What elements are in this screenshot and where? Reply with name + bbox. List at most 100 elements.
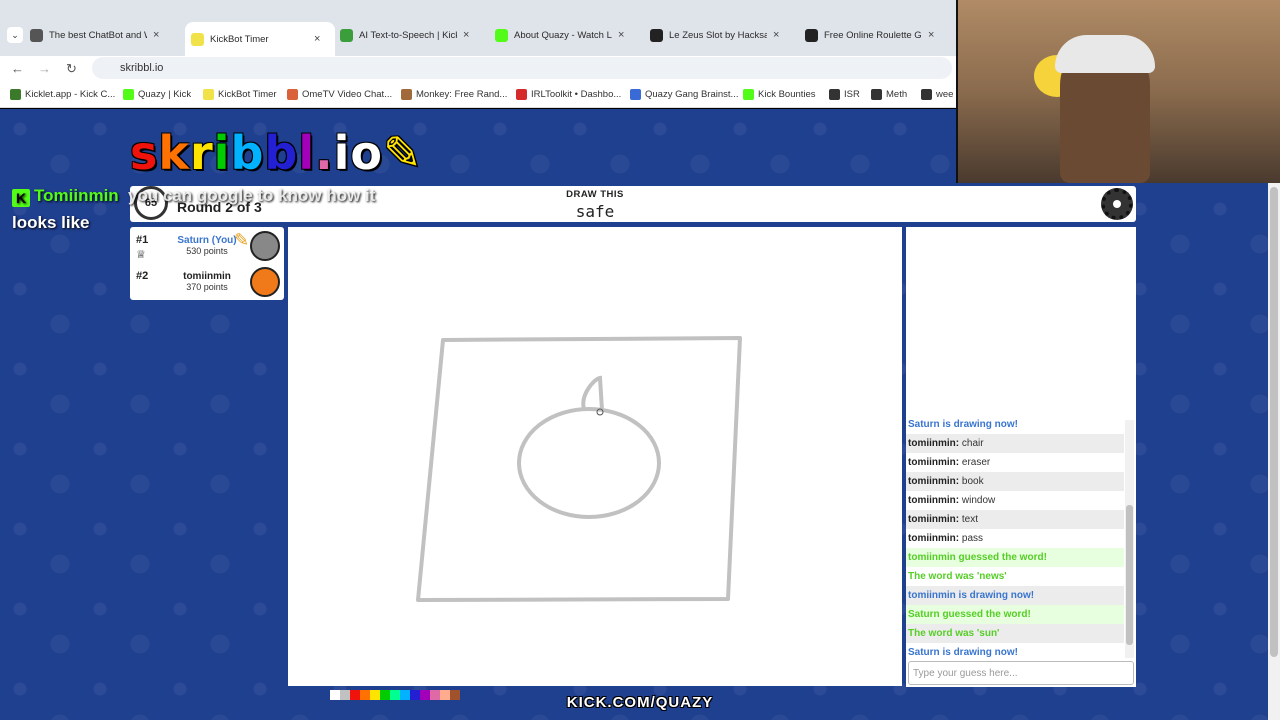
bookmark-favicon-icon (123, 89, 134, 100)
chat-message: The word was 'news' (906, 567, 1124, 586)
player-list: #1 ♕ Saturn (You) 530 points ✎ #2 tomiin… (130, 227, 284, 300)
player-rank: #2 (136, 270, 149, 282)
forward-arrow-icon[interactable]: → (38, 61, 51, 76)
bookmark-label: Meth (886, 89, 908, 100)
close-tab-icon[interactable]: × (314, 33, 320, 45)
chat-message: tomiinmin: book (906, 472, 1124, 491)
chat-username: tomiinmin: (908, 457, 960, 468)
bookmark-favicon-icon (203, 89, 214, 100)
tab-title: AI Text-to-Speech | Kick (359, 29, 457, 41)
bookmark-item[interactable]: Quazy | Kick (123, 89, 191, 100)
back-arrow-icon[interactable]: ← (11, 61, 24, 76)
chat-message: Saturn is drawing now! (906, 415, 1124, 434)
browser-tab[interactable]: AI Text-to-Speech | Kick × (340, 25, 490, 45)
chat-overlay-username: Tomiinmin (34, 186, 119, 205)
tab-favicon-icon (191, 32, 204, 46)
chat-text: pass (961, 533, 984, 544)
bookmark-favicon-icon (287, 89, 298, 100)
palette-swatch[interactable] (390, 690, 400, 700)
bookmark-item[interactable]: KickBot Timer (203, 89, 277, 100)
skribbl-logo: skribbl.io✎ (130, 126, 423, 180)
palette-swatch[interactable] (430, 690, 440, 700)
palette-swatch[interactable] (340, 690, 350, 700)
avatar (250, 267, 280, 297)
bookmark-item[interactable]: OmeTV Video Chat... (287, 89, 392, 100)
bookmark-label: KickBot Timer (218, 89, 277, 100)
tab-title: About Quazy - Watch Liv (514, 29, 612, 41)
close-tab-icon[interactable]: × (928, 29, 934, 41)
palette-swatch[interactable] (330, 690, 340, 700)
palette-swatch[interactable] (420, 690, 430, 700)
bookmark-label: IRLToolkit • Dashbo... (531, 89, 622, 100)
chat-text: tomiinmin guessed the word! (908, 552, 1047, 563)
bookmark-item[interactable]: Monkey: Free Rand... (401, 89, 507, 100)
tab-title: Free Online Roulette Gam (824, 29, 922, 41)
guess-input[interactable] (908, 661, 1134, 685)
bookmark-label: OmeTV Video Chat... (302, 89, 393, 100)
chat-text: window (961, 495, 996, 506)
bookmark-favicon-icon (630, 89, 641, 100)
chat-message: tomiinmin: pass (906, 529, 1124, 548)
bookmark-item[interactable]: Quazy Gang Brainst... (630, 89, 738, 100)
browser-tab[interactable]: Le Zeus Slot by Hacksaw × (650, 25, 800, 45)
bookmark-item[interactable]: IRLToolkit • Dashbo... (516, 89, 621, 100)
browser-tab[interactable]: The best ChatBot and W × (30, 25, 180, 45)
settings-gear-icon[interactable] (1101, 188, 1133, 220)
bookmark-item[interactable]: Kick Bounties (743, 89, 816, 100)
url-input[interactable]: skribbl.io (92, 57, 952, 79)
chevron-down-icon[interactable]: ⌄ (7, 27, 23, 43)
chat-text: Saturn is drawing now! (908, 647, 1019, 658)
bookmark-item[interactable]: ISR (829, 89, 860, 100)
drawing-stem (581, 375, 604, 411)
bookmark-item[interactable]: Meth (871, 89, 907, 100)
chat-text: The word was 'sun' (908, 628, 1000, 639)
page-scroll-thumb[interactable] (1270, 187, 1278, 657)
browser-tab[interactable]: Free Online Roulette Gam × (805, 25, 955, 45)
close-tab-icon[interactable]: × (153, 29, 159, 41)
browser-tab[interactable]: KickBot Timer × (185, 22, 335, 56)
reload-icon[interactable]: ↻ (66, 61, 77, 77)
page-scrollbar[interactable] (1268, 183, 1280, 720)
chat-username: tomiinmin: (908, 533, 960, 544)
draw-this-label: DRAW THIS (566, 189, 624, 200)
close-tab-icon[interactable]: × (618, 29, 624, 41)
chat-message: tomiinmin: chair (906, 434, 1124, 453)
tab-title: KickBot Timer (210, 33, 269, 45)
chat-message: The word was 'sun' (906, 624, 1124, 643)
bookmark-item[interactable]: Kicklet.app - Kick C... (10, 89, 115, 100)
close-tab-icon[interactable]: × (773, 29, 779, 41)
player-row[interactable]: #1 ♕ Saturn (You) 530 points ✎ (130, 228, 284, 264)
draw-word: safe (575, 202, 615, 221)
bookmark-label: Quazy | Kick (138, 89, 192, 100)
palette-swatch[interactable] (400, 690, 410, 700)
browser-tab[interactable]: About Quazy - Watch Liv × (495, 25, 645, 45)
palette-swatch[interactable] (440, 690, 450, 700)
tab-favicon-icon (495, 28, 508, 42)
drawing-canvas[interactable] (288, 227, 902, 686)
bookmark-favicon-icon (871, 89, 882, 100)
bookmark-label: Monkey: Free Rand... (416, 89, 508, 100)
player-name: tomiinmin (183, 271, 231, 282)
chat-text: Saturn is drawing now! (908, 419, 1019, 430)
palette-swatch[interactable] (450, 690, 460, 700)
chat-scroll-thumb[interactable] (1126, 505, 1133, 645)
bookmark-item[interactable]: wee (921, 89, 953, 100)
chat-message: tomiinmin guessed the word! (906, 548, 1124, 567)
palette-swatch[interactable] (370, 690, 380, 700)
bookmark-label: wee (936, 89, 954, 100)
chat-username: tomiinmin: (908, 495, 960, 506)
bookmark-label: ISR (844, 89, 860, 100)
palette-swatch[interactable] (360, 690, 370, 700)
chat-message: tomiinmin is drawing now! (906, 586, 1124, 605)
palette-swatch[interactable] (410, 690, 420, 700)
close-tab-icon[interactable]: × (463, 29, 469, 41)
player-points: 370 points (186, 282, 228, 292)
chat-text: eraser (961, 457, 991, 468)
palette-swatch[interactable] (350, 690, 360, 700)
crown-icon: ♕ (136, 249, 146, 261)
palette-swatch[interactable] (380, 690, 390, 700)
chat-text: The word was 'news' (908, 571, 1007, 582)
chat-message: tomiinmin: text (906, 510, 1124, 529)
player-row[interactable]: #2 tomiinmin 370 points (130, 264, 284, 300)
chat-text: chair (961, 438, 984, 449)
